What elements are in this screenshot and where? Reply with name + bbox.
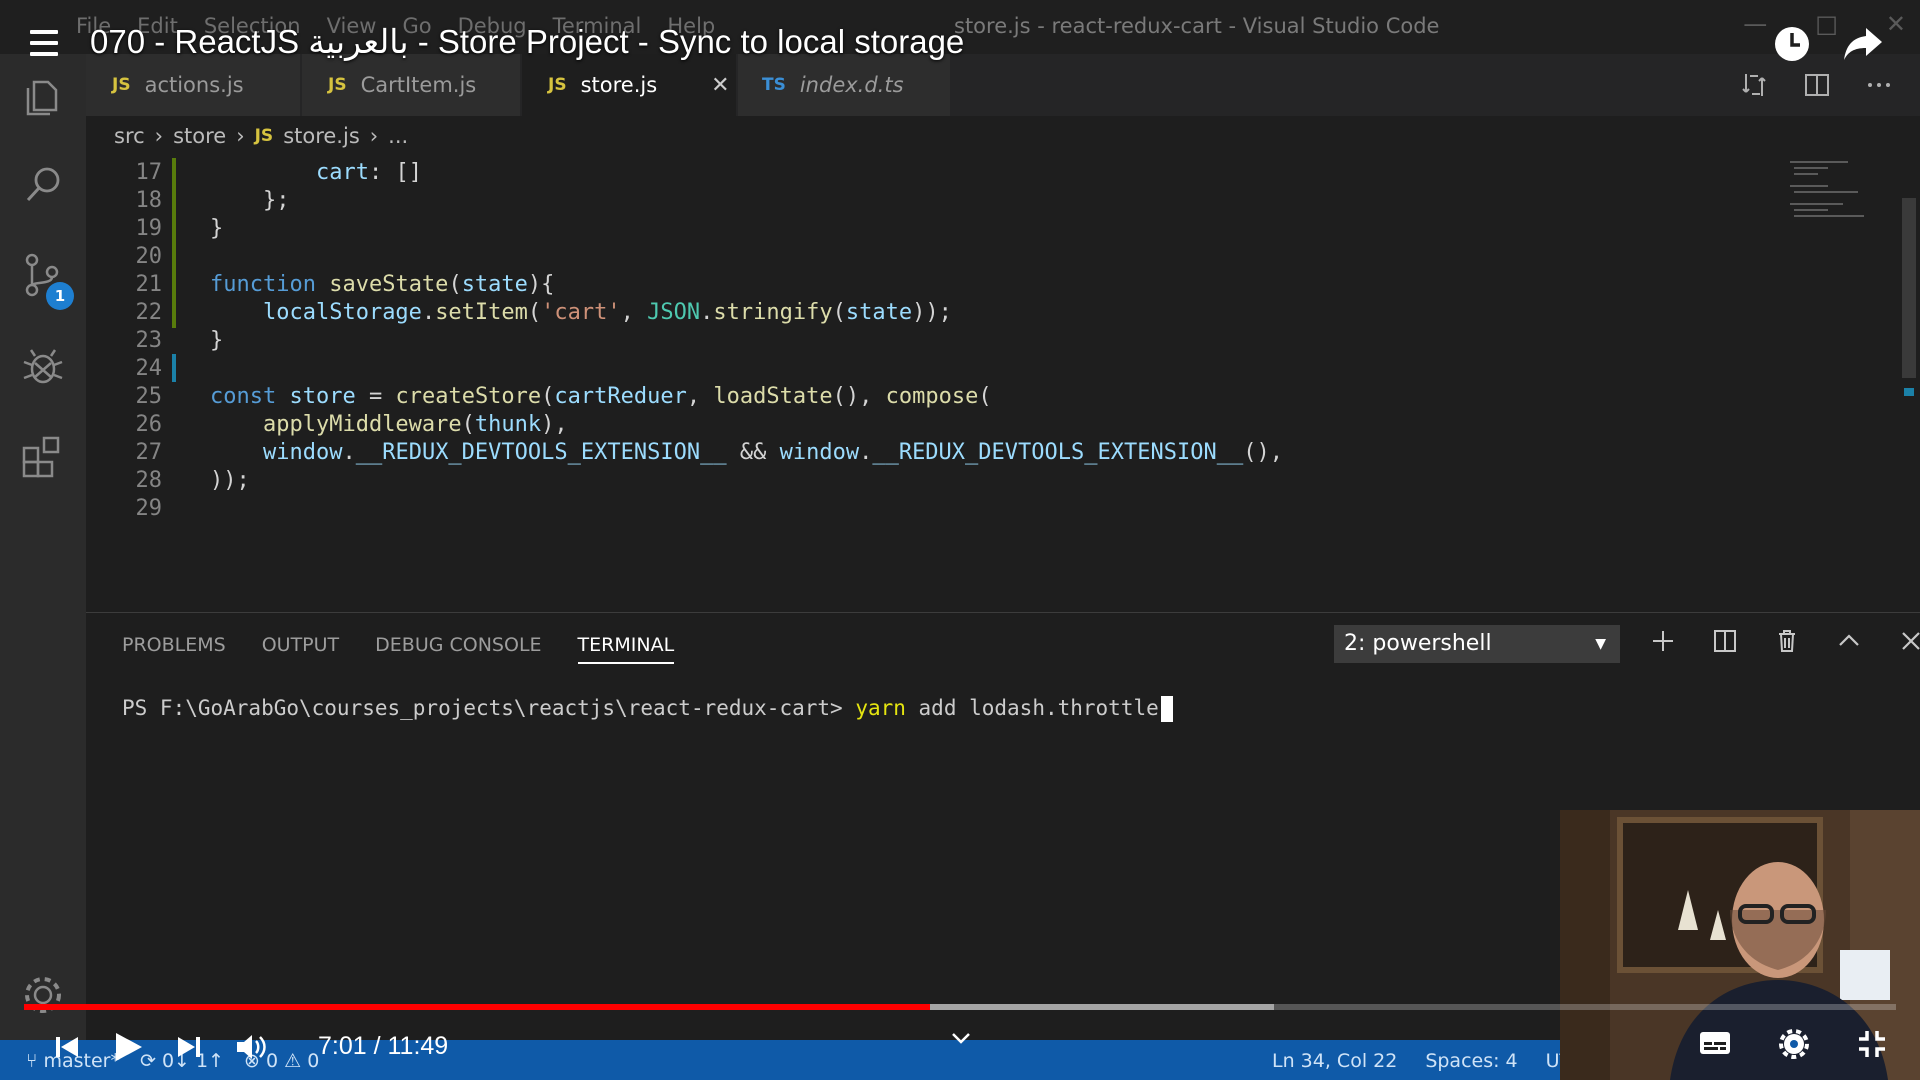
tab-output[interactable]: OUTPUT	[262, 634, 339, 664]
status-right: Ln 34, Col 22 Spaces: 4 UT	[1272, 1050, 1571, 1072]
tab-index-d-ts[interactable]: TS index.d.ts	[738, 54, 950, 116]
cursor-position[interactable]: Ln 34, Col 22	[1272, 1050, 1397, 1072]
compare-changes-icon[interactable]	[1740, 70, 1770, 100]
tab-label: store.js	[580, 73, 658, 97]
tab-label: actions.js	[144, 73, 244, 97]
more-actions-icon[interactable]	[1864, 70, 1894, 100]
editor-scrollbar[interactable]	[1898, 158, 1920, 610]
tab-debug-console[interactable]: DEBUG CONSOLE	[375, 634, 541, 664]
git-modified-gutter	[172, 158, 176, 328]
terminal-command-keyword: yarn	[855, 696, 906, 720]
share-icon[interactable]	[1842, 24, 1884, 64]
line-number: 29	[135, 496, 163, 521]
chevron-right-icon: ›	[154, 124, 164, 148]
breadcrumb-file[interactable]: store.js	[283, 124, 360, 148]
terminal-output[interactable]: PS F:\GoArabGo\courses_projects\reactjs\…	[122, 696, 1173, 722]
watch-later-icon[interactable]	[1772, 24, 1812, 64]
breadcrumb: src › store › JS store.js › ...	[114, 124, 408, 148]
search-icon[interactable]	[20, 162, 66, 208]
code-editor[interactable]: 17 cart: [] 18 }; 19} 20 21 function saveStat…	[86, 158, 1920, 610]
new-terminal-icon[interactable]	[1650, 628, 1676, 654]
js-file-icon: JS	[254, 126, 274, 146]
git-added-gutter	[172, 354, 176, 382]
code-text: }	[210, 328, 224, 353]
volume-icon[interactable]	[234, 1032, 268, 1062]
settings-gear-icon[interactable]	[20, 972, 66, 1018]
chevron-down-icon[interactable]	[950, 1030, 972, 1046]
js-file-icon: JS	[328, 75, 347, 95]
video-controls-right	[1698, 1028, 1888, 1060]
js-file-icon: JS	[112, 75, 131, 95]
tab-terminal[interactable]: TERMINAL	[577, 634, 675, 664]
trash-icon[interactable]	[1774, 628, 1800, 654]
next-icon[interactable]	[174, 1032, 204, 1062]
breadcrumb-src[interactable]: src	[114, 124, 145, 148]
tab-cartitem-js[interactable]: JS CartItem.js	[302, 54, 520, 116]
tab-store-js[interactable]: JS store.js ✕	[522, 54, 736, 116]
tab-label: CartItem.js	[360, 73, 477, 97]
subtitles-icon[interactable]	[1698, 1028, 1732, 1058]
exit-fullscreen-icon[interactable]	[1856, 1028, 1888, 1060]
tab-actions-js[interactable]: JS actions.js	[86, 54, 300, 116]
play-icon[interactable]	[112, 1030, 144, 1064]
close-panel-icon[interactable]	[1898, 628, 1920, 654]
git-branch-icon: ⑂	[26, 1050, 44, 1072]
terminal-cursor	[1160, 696, 1173, 722]
ts-file-icon: TS	[762, 75, 786, 95]
terminal-select-value: 2: powershell	[1344, 631, 1492, 656]
js-file-icon: JS	[548, 75, 567, 95]
chevron-right-icon: ›	[369, 124, 379, 148]
terminal-prompt: PS F:\GoArabGo\courses_projects\reactjs\…	[122, 696, 856, 720]
close-tab-icon[interactable]: ✕	[711, 73, 729, 98]
video-menu-icon[interactable]	[30, 30, 66, 64]
minimize-icon[interactable]: —	[1743, 10, 1767, 38]
previous-icon[interactable]	[52, 1032, 82, 1062]
split-terminal-icon[interactable]	[1712, 628, 1738, 654]
warning-icon: ⚠	[284, 1050, 308, 1072]
panel-actions	[1650, 628, 1920, 654]
tab-problems[interactable]: PROBLEMS	[122, 634, 226, 664]
editor-actions	[1740, 70, 1894, 100]
code-text: ));	[210, 468, 250, 493]
code-text: localStorage.setItem('cart', JSON.string…	[262, 300, 952, 325]
dropdown-arrow-icon: ▼	[1595, 636, 1606, 652]
tab-label: index.d.ts	[799, 73, 904, 97]
explorer-icon[interactable]	[20, 74, 66, 120]
debug-icon[interactable]	[20, 344, 66, 390]
indentation[interactable]: Spaces: 4	[1425, 1050, 1517, 1072]
maximize-panel-icon[interactable]	[1836, 628, 1862, 654]
video-title[interactable]: 070 - ReactJS بالعربية - Store Project -…	[90, 22, 964, 61]
code-text: window.__REDUX_DEVTOOLS_EXTENSION__ && w…	[262, 440, 1283, 465]
video-timecode: 7:01 / 11:49	[318, 1032, 449, 1060]
activity-bar: 1	[0, 54, 86, 1040]
extensions-icon[interactable]	[20, 434, 66, 480]
breadcrumb-store[interactable]: store	[173, 124, 226, 148]
terminal-command-args: add lodash.throttle	[905, 696, 1159, 720]
video-progress-played	[24, 1004, 931, 1010]
video-top-actions	[1772, 24, 1884, 64]
close-window-icon[interactable]: ✕	[1886, 10, 1906, 38]
breadcrumb-more[interactable]: ...	[388, 124, 408, 148]
terminal-select[interactable]: 2: powershell ▼	[1334, 625, 1620, 663]
scm-badge: 1	[46, 282, 74, 310]
video-settings-icon[interactable]	[1778, 1028, 1810, 1060]
window-title: store.js - react-redux-cart - Visual Stu…	[954, 14, 1440, 38]
video-controls-left	[52, 1030, 268, 1064]
chevron-right-icon: ›	[236, 124, 245, 148]
split-editor-icon[interactable]	[1802, 70, 1832, 100]
minimap[interactable]	[1788, 158, 1868, 228]
code-text: }	[210, 216, 224, 241]
panel-tabs: PROBLEMS OUTPUT DEBUG CONSOLE TERMINAL	[122, 634, 675, 664]
